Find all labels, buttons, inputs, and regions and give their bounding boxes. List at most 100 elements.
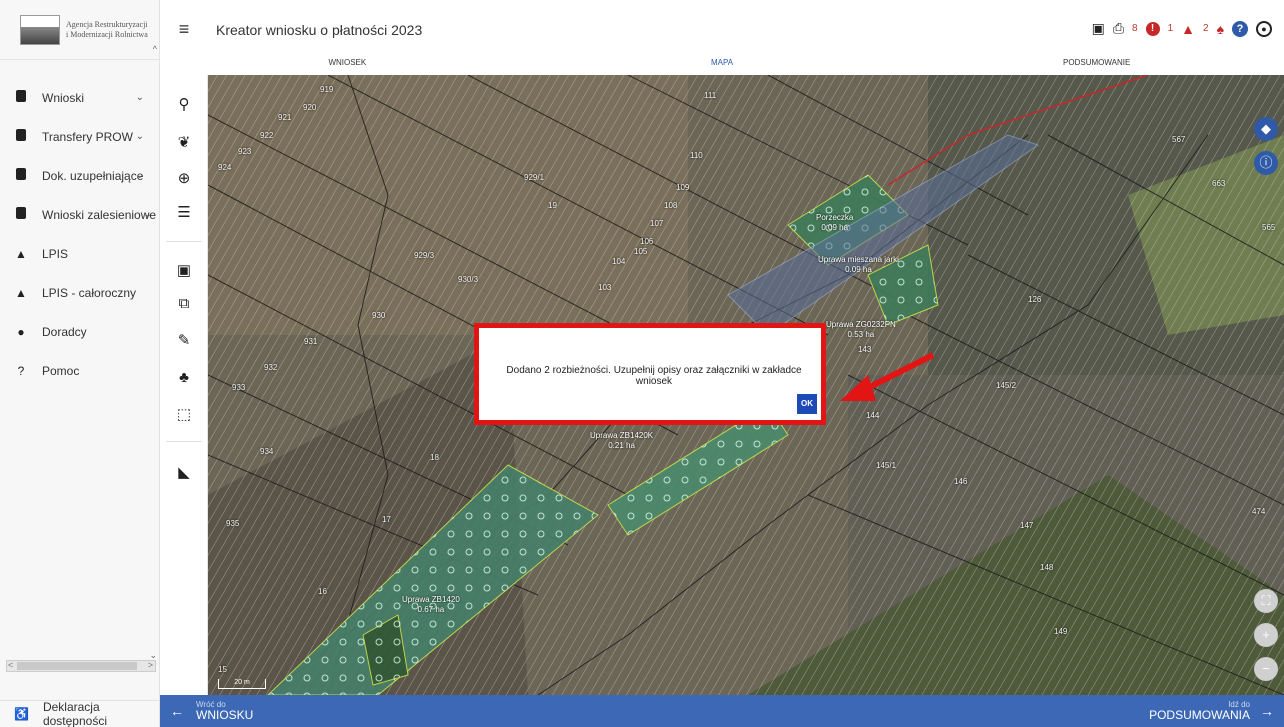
sidebar-item-transfery-prow[interactable]: Transfery PROW ⌄: [0, 117, 160, 156]
bell-icon[interactable]: ♠: [1217, 21, 1224, 37]
forest-icon[interactable]: ♣: [160, 369, 208, 386]
document-icon: [10, 90, 32, 105]
parcel-label: 106: [640, 237, 654, 246]
parcel-label: 111: [704, 91, 717, 100]
hamburger-menu-icon[interactable]: ≡: [160, 19, 208, 40]
parcel-label: 929/3: [414, 251, 435, 260]
parcel-label: 934: [260, 447, 274, 456]
plant-icon[interactable]: ❦: [160, 133, 208, 151]
warnings-count: 1: [1167, 23, 1174, 34]
arrow-left-icon: ←: [170, 703, 184, 719]
sidebar-item-lpis[interactable]: ▲ LPIS: [0, 234, 160, 273]
parcel-label: 16: [318, 587, 327, 596]
sidebar-item-wnioski-zalesieniowe[interactable]: Wnioski zalesieniowe ⌄: [0, 195, 160, 234]
tab-podsumowanie[interactable]: PODSUMOWANIE: [909, 50, 1284, 75]
crop-label: Uprawa ZG0232PN 0.53 ha: [826, 320, 896, 339]
parcel-label: 149: [1054, 627, 1068, 636]
logo-line1: Agencja Restrukturyzacji: [66, 19, 148, 29]
draw-pencil-icon[interactable]: ✎: [160, 331, 208, 349]
parcel-label: 565: [1262, 223, 1276, 232]
scroll-right-icon[interactable]: >: [148, 660, 153, 670]
zoom-in-icon[interactable]: +: [1254, 623, 1278, 647]
go-to-summary-button[interactable]: Idź do PODSUMOWANIA →: [1149, 700, 1274, 722]
chevron-down-icon: ⌄: [135, 131, 144, 142]
parcel-label: 110: [690, 151, 703, 160]
horizontal-scrollbar[interactable]: < >: [6, 660, 156, 672]
user-account-icon[interactable]: ●: [1256, 20, 1272, 37]
discrepancy-dialog: Dodano 2 rozbieżności. Uzupełnij opisy o…: [474, 323, 826, 425]
parcel-label: 923: [238, 147, 252, 156]
map-toolbar: ⚲ ❦ ⊕ ☰ ▣ ⧉ ✎ ♣ ⬚ ◣: [160, 75, 208, 695]
parcel-label: 567: [1172, 135, 1186, 144]
arimr-logo-icon: [20, 14, 60, 45]
parcel-label: 145/1: [876, 461, 897, 470]
parcel-label: 147: [1020, 521, 1034, 530]
sidebar-item-label: Pomoc: [42, 363, 80, 378]
back-to-application-button[interactable]: ← Wróć do WNIOSKU: [170, 700, 253, 722]
location-target-icon[interactable]: ⊕: [160, 169, 208, 187]
parcel-label: 15: [218, 665, 227, 674]
parcel-label: 935: [226, 519, 240, 528]
accessibility-declaration-link[interactable]: ♿ Deklaracja dostępności: [0, 700, 160, 727]
save-icon[interactable]: ▣: [1092, 20, 1105, 37]
scroll-up-icon[interactable]: ^: [153, 44, 157, 54]
logo-line2: i Modernizacji Rolnictwa: [66, 29, 148, 39]
scroll-left-icon[interactable]: <: [8, 660, 13, 670]
document-icon: [10, 129, 32, 144]
tab-wniosek[interactable]: WNIOSEK: [160, 50, 535, 75]
warning-icon[interactable]: ▲: [1181, 21, 1195, 37]
header-actions: ▣ ⎙ 8 ! 1 ▲ 2 ♠ ? ●: [1092, 20, 1272, 37]
parcel-label: 663: [1212, 179, 1226, 188]
parcel-label: 474: [1252, 507, 1266, 516]
logo[interactable]: Agencja Restrukturyzacji i Modernizacji …: [0, 0, 160, 60]
sidebar-item-label: Dok. uzupełniające: [42, 168, 144, 183]
crop-label: Porzeczka 0.09 ha: [816, 213, 854, 232]
error-icon[interactable]: !: [1145, 21, 1160, 36]
parcel-label: 107: [650, 219, 664, 228]
parcel-label: 146: [954, 477, 968, 486]
list-icon[interactable]: ☰: [160, 203, 208, 221]
sidebar-item-wnioski[interactable]: Wnioski ⌄: [0, 78, 160, 117]
print-icon[interactable]: ⎙: [1113, 20, 1124, 37]
notifications-count: 2: [1203, 23, 1209, 34]
search-icon[interactable]: ⚲: [160, 95, 208, 113]
sidebar-menu: Wnioski ⌄ Transfery PROW ⌄ Dok. uzupełni…: [0, 78, 160, 390]
parcel-label: 17: [382, 515, 391, 524]
zoom-out-icon[interactable]: −: [1254, 657, 1278, 681]
sidebar-item-pomoc[interactable]: ? Pomoc: [0, 351, 160, 390]
parcel-label: 143: [858, 345, 872, 354]
scrollbar-thumb[interactable]: [17, 662, 137, 670]
sidebar-item-doradcy[interactable]: ● Doradcy: [0, 312, 160, 351]
sidebar: Agencja Restrukturyzacji i Modernizacji …: [0, 0, 160, 727]
copy-geometry-icon[interactable]: ⧉: [160, 295, 208, 312]
info-icon[interactable]: ⓘ: [1254, 151, 1278, 175]
bottom-navigation-bar: ← Wróć do WNIOSKU Idź do PODSUMOWANIA →: [160, 695, 1284, 727]
help-icon[interactable]: ?: [1232, 20, 1248, 37]
sidebar-item-dok-uzupelniajace[interactable]: Dok. uzupełniające ⌄: [0, 156, 160, 195]
measure-icon[interactable]: ◣: [160, 463, 208, 481]
parcel-label: 920: [303, 103, 317, 112]
sidebar-item-label: Wnioski: [42, 90, 85, 105]
parcel-label: 108: [664, 201, 678, 210]
parcel-label: 933: [232, 383, 246, 392]
dialog-ok-button[interactable]: OK: [797, 394, 817, 414]
parcel-label: 932: [264, 363, 278, 372]
parcel-label: 931: [304, 337, 318, 346]
select-parcel-icon[interactable]: ▣: [160, 261, 208, 279]
sidebar-item-lpis-caloroczny[interactable]: ▲ LPIS - całoroczny: [0, 273, 160, 312]
sidebar-item-label: Wnioski zalesieniowe: [42, 207, 157, 222]
crop-label: Uprawa ZB1420 0.67 ha: [402, 595, 460, 614]
tab-mapa[interactable]: MAPA: [535, 50, 910, 75]
layers-icon[interactable]: ◆: [1254, 117, 1278, 141]
fullscreen-icon[interactable]: ⛶: [1254, 589, 1278, 613]
help-icon: ?: [17, 363, 25, 378]
page-title: Kreator wniosku o płatności 2023: [216, 21, 423, 38]
parcel-label: 103: [598, 283, 612, 292]
arrow-right-icon: →: [1260, 703, 1274, 719]
bounding-box-icon[interactable]: ⬚: [160, 405, 208, 423]
sidebar-item-label: Transfery PROW: [42, 129, 133, 144]
parcel-label: 924: [218, 163, 232, 172]
accessibility-icon: ♿: [14, 707, 29, 721]
parcel-label: 19: [548, 201, 557, 210]
sidebar-item-label: LPIS - całoroczny: [42, 285, 137, 300]
